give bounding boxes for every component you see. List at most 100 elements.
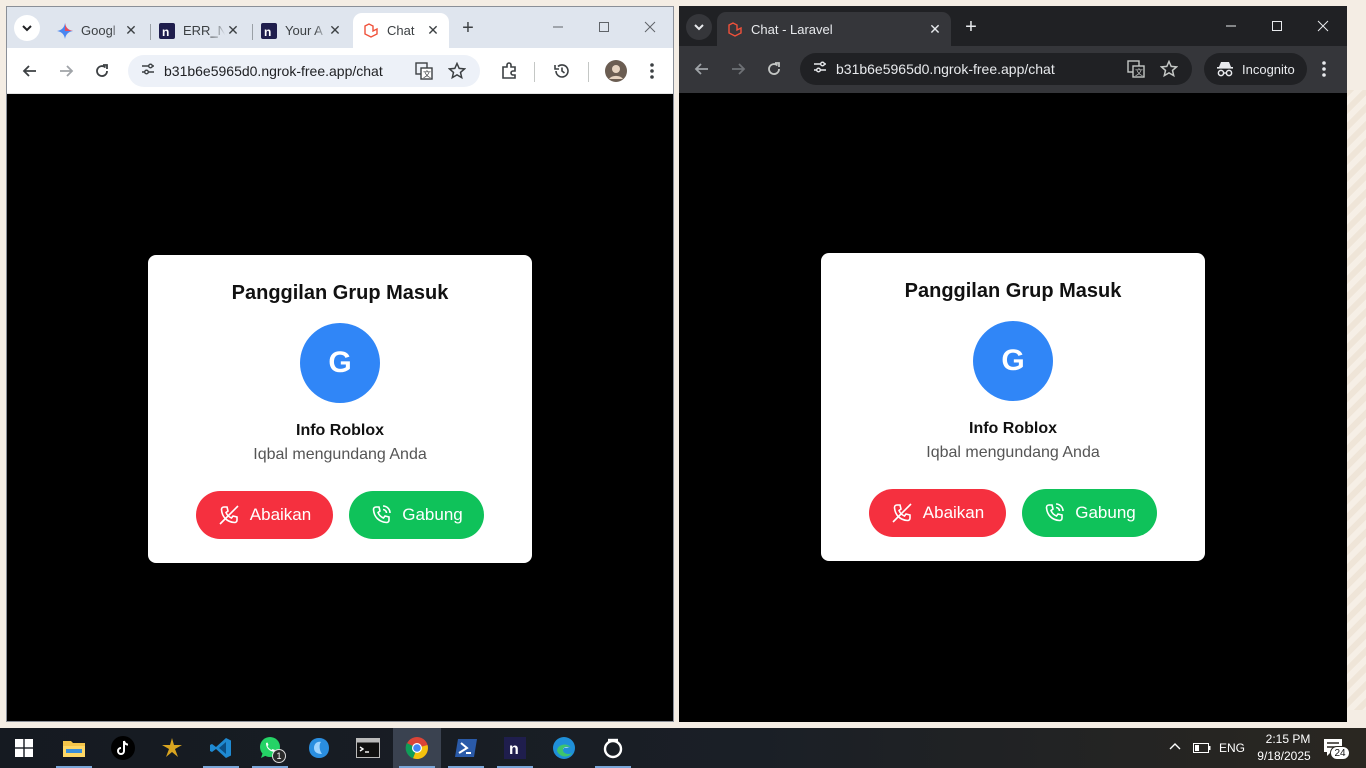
tab-chat[interactable]: Chat ✕ <box>353 13 449 48</box>
close-window-button[interactable] <box>1300 6 1346 46</box>
reload-button[interactable] <box>762 57 786 81</box>
taskbar-app-2[interactable] <box>295 728 343 768</box>
phone-call-icon <box>1045 503 1065 522</box>
taskbar-chrome[interactable] <box>393 728 441 768</box>
close-tab-icon[interactable]: ✕ <box>327 22 343 39</box>
taskbar-vscode[interactable] <box>197 728 245 768</box>
new-tab-button[interactable]: + <box>961 16 981 38</box>
taskbar-powershell[interactable] <box>442 728 490 768</box>
arrow-right-icon <box>732 63 746 75</box>
back-button[interactable] <box>690 57 714 81</box>
svg-text:文: 文 <box>1135 67 1143 77</box>
url-text: b31b6e5965d0.ngrok-free.app/chat <box>164 63 383 79</box>
maximize-icon <box>599 22 609 32</box>
translate-icon[interactable]: 文 <box>1127 60 1145 83</box>
taskbar-whatsapp[interactable]: 1 <box>246 728 294 768</box>
maximize-icon <box>1272 21 1282 31</box>
close-tab-icon[interactable]: ✕ <box>225 22 241 39</box>
tray-chevron-up-icon[interactable] <box>1168 740 1182 759</box>
puzzle-icon <box>502 62 516 79</box>
taskbar-tiktok[interactable] <box>99 728 147 768</box>
avatar-icon <box>605 60 627 82</box>
menu-button[interactable] <box>640 59 664 83</box>
clock-time[interactable]: 2:15 PM <box>1258 732 1318 746</box>
decline-call-button[interactable]: Abaikan <box>869 489 1006 537</box>
back-button[interactable] <box>18 59 42 83</box>
profile-avatar[interactable] <box>604 59 628 83</box>
tab-title: Chat <box>387 23 415 38</box>
close-tab-icon[interactable]: ✕ <box>123 22 139 39</box>
history-button[interactable] <box>550 59 574 83</box>
decline-label: Abaikan <box>249 505 312 524</box>
browser-window-left[interactable]: Googl ✕ n ERR_N ✕ n Your A ✕ Chat ✕ + b3… <box>6 6 674 722</box>
address-bar[interactable]: b31b6e5965d0.ngrok-free.app/chat 文 <box>128 55 480 87</box>
taskbar-file-explorer[interactable] <box>50 728 98 768</box>
ngrok-icon: n <box>504 737 526 759</box>
incognito-icon <box>1217 62 1233 77</box>
translate-icon[interactable]: 文 <box>415 62 433 85</box>
join-call-button[interactable]: Gabung <box>1022 489 1157 537</box>
decline-call-button[interactable]: Abaikan <box>196 491 333 539</box>
svg-text:文: 文 <box>423 69 431 79</box>
notifications-button[interactable]: 24 <box>1323 738 1350 763</box>
language-indicator[interactable]: ENG <box>1219 741 1245 755</box>
battery-icon[interactable] <box>1193 741 1211 759</box>
phone-off-icon <box>219 505 239 525</box>
toolbar-separator <box>588 62 589 82</box>
new-tab-button[interactable]: + <box>458 17 478 39</box>
tab-google[interactable]: Googl ✕ <box>47 13 147 48</box>
taskbar-app-3[interactable] <box>589 728 637 768</box>
group-avatar: G <box>973 321 1053 401</box>
browser-toolbar: b31b6e5965d0.ngrok-free.app/chat 文 Incog… <box>679 46 1347 93</box>
taskbar-terminal[interactable] <box>344 728 392 768</box>
forward-button[interactable] <box>726 57 750 81</box>
reload-button[interactable] <box>90 59 114 83</box>
close-window-button[interactable] <box>627 7 673 47</box>
menu-button[interactable] <box>1312 57 1336 81</box>
wallpaper-decoration <box>1346 90 1366 710</box>
history-icon <box>554 64 569 78</box>
page-content: Panggilan Grup Masuk G Info Roblox Iqbal… <box>679 93 1347 722</box>
extensions-button[interactable] <box>497 59 521 83</box>
join-call-button[interactable]: Gabung <box>349 491 484 539</box>
tab-chat-laravel[interactable]: Chat - Laravel ✕ <box>717 12 951 47</box>
browser-window-right[interactable]: Chat - Laravel ✕ + b31b6e5965d0.ngrok-fr <box>679 6 1347 722</box>
incognito-indicator[interactable]: Incognito <box>1204 53 1307 85</box>
taskbar-edge[interactable] <box>540 728 588 768</box>
tiktok-icon <box>111 736 135 760</box>
close-tab-icon[interactable]: ✕ <box>425 22 441 39</box>
start-button[interactable] <box>0 728 48 768</box>
incoming-call-modal: Panggilan Grup Masuk G Info Roblox Iqbal… <box>821 253 1205 561</box>
site-info-icon[interactable] <box>140 61 156 82</box>
tab-search-button[interactable] <box>14 15 40 41</box>
site-info-icon[interactable] <box>812 59 828 80</box>
windows-start-icon <box>15 739 33 757</box>
taskbar-app[interactable] <box>148 728 196 768</box>
forward-button[interactable] <box>54 59 78 83</box>
chevron-down-icon <box>22 25 32 32</box>
app-icon <box>162 738 182 757</box>
maximize-button[interactable] <box>581 7 627 47</box>
maximize-button[interactable] <box>1254 6 1300 46</box>
minimize-button[interactable] <box>535 7 581 47</box>
gemini-icon <box>57 22 73 39</box>
tab-your-account[interactable]: n Your A ✕ <box>251 13 351 48</box>
address-bar[interactable]: b31b6e5965d0.ngrok-free.app/chat 文 <box>800 53 1192 85</box>
clock-date[interactable]: 9/18/2025 <box>1250 749 1318 763</box>
bookmark-star-icon[interactable] <box>1159 59 1179 83</box>
arrow-right-icon <box>60 65 74 77</box>
minimize-icon <box>553 26 563 28</box>
modal-title: Panggilan Grup Masuk <box>904 280 1122 302</box>
close-icon <box>644 21 656 33</box>
bookmark-star-icon[interactable] <box>447 61 467 85</box>
tab-strip: Googl ✕ n ERR_N ✕ n Your A ✕ Chat ✕ + <box>7 7 673 48</box>
browser-toolbar: b31b6e5965d0.ngrok-free.app/chat 文 <box>7 48 673 94</box>
join-label: Gabung <box>1075 503 1136 522</box>
tab-search-button[interactable] <box>686 14 712 40</box>
minimize-button[interactable] <box>1208 6 1254 46</box>
close-tab-icon[interactable]: ✕ <box>927 21 943 38</box>
taskbar-ngrok[interactable]: n <box>491 728 539 768</box>
tab-strip: Chat - Laravel ✕ + <box>679 6 1347 47</box>
laravel-icon <box>727 21 743 38</box>
tab-err[interactable]: n ERR_N ✕ <box>149 13 249 48</box>
